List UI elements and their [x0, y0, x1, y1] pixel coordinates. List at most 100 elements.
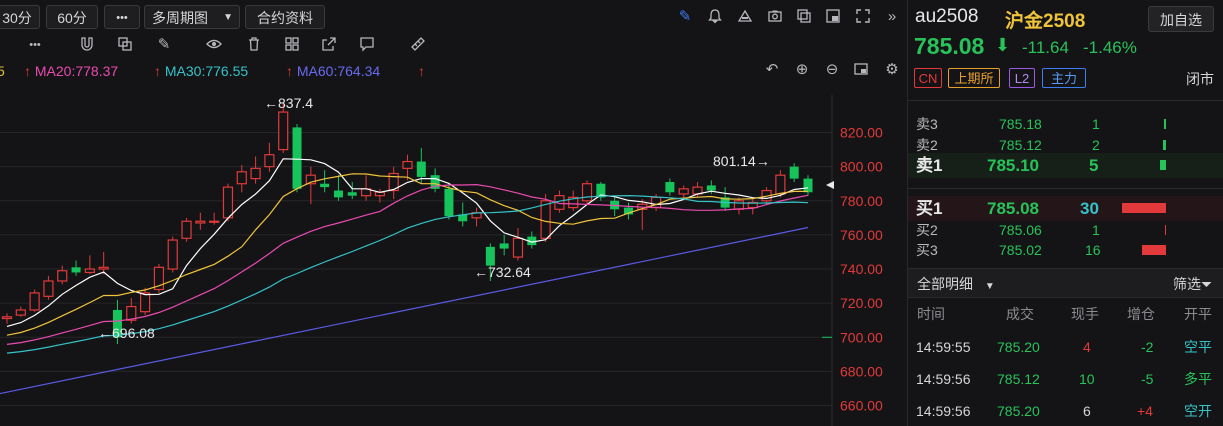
- collapse-icon[interactable]: »: [883, 8, 901, 26]
- bell-icon[interactable]: [706, 8, 724, 29]
- copy-icon[interactable]: [116, 36, 134, 57]
- grid-icon[interactable]: [283, 36, 301, 57]
- trade-volume: 4: [1083, 339, 1091, 355]
- price-change: -11.64: [1022, 38, 1069, 57]
- restore-icon[interactable]: [852, 61, 870, 82]
- candle-body: [222, 186, 234, 219]
- candle-body: [581, 183, 593, 202]
- ruler-icon[interactable]: [409, 36, 427, 57]
- window-icon[interactable]: [795, 8, 813, 29]
- bid-row-1[interactable]: 买1 785.08 30: [908, 196, 1223, 221]
- symbol-code: au2508: [915, 6, 979, 27]
- candle-body: [98, 266, 109, 270]
- candlestick-chart[interactable]: 820.00 800.00 780.00 760.00 740.00 720.00 700.…: [0, 95, 907, 426]
- ask-volume: 1: [1092, 116, 1100, 132]
- export-icon[interactable]: [320, 36, 338, 57]
- candle-body: [733, 200, 745, 210]
- bid-row-3[interactable]: 买3 785.02 16: [908, 240, 1223, 260]
- divider: [908, 100, 1223, 101]
- candle-body: [15, 309, 26, 316]
- multi-period-button[interactable]: 多周期图 ▼: [144, 5, 240, 29]
- add-watchlist-button[interactable]: 加自选: [1148, 6, 1214, 32]
- magnet-icon[interactable]: [78, 36, 96, 57]
- period-60-button[interactable]: 60分: [46, 5, 98, 29]
- bid-row-2[interactable]: 买2 785.06 1: [908, 220, 1223, 240]
- quote-panel: au2508 沪金2508 加自选 785.08 ⬇ -11.64 -1.46%…: [907, 0, 1223, 426]
- price-tick-label: 680.00: [840, 363, 883, 379]
- camera-icon[interactable]: [766, 8, 784, 29]
- up-arrow-icon: ↑: [154, 63, 161, 79]
- zoom-out-icon[interactable]: ⊖: [823, 61, 841, 79]
- volume-bar: [1160, 160, 1166, 170]
- volume-bar: [1164, 119, 1166, 129]
- bid-label: 买1: [916, 199, 943, 218]
- bid-label: 买2: [916, 222, 938, 238]
- ask-row-2[interactable]: 卖2 785.12 2: [908, 135, 1223, 155]
- up-arrow-icon: ↑: [418, 63, 425, 79]
- candle-body: [264, 154, 275, 168]
- ask-label: 卖1: [916, 156, 943, 175]
- zoom-in-icon[interactable]: ⊕: [793, 61, 811, 79]
- col-price: 成交: [1006, 306, 1034, 322]
- high-annotation: ←837.4: [264, 95, 313, 111]
- candle-body: [84, 268, 95, 274]
- ask-row-3[interactable]: 卖3 785.18 1: [908, 114, 1223, 134]
- candle-body: [71, 267, 81, 273]
- bid-price: 785.08: [987, 199, 1039, 218]
- ask-row-1[interactable]: 卖1 785.10 5: [908, 153, 1223, 178]
- candle-body: [43, 280, 54, 297]
- ask-label: 卖2: [916, 137, 938, 153]
- trade-oi: -5: [1141, 371, 1154, 387]
- ask-volume: 2: [1092, 137, 1100, 153]
- price-tick-label: 780.00: [840, 193, 883, 209]
- candle-body: [57, 270, 68, 282]
- layout-icon[interactable]: [824, 8, 842, 29]
- ask-price: 785.12: [999, 137, 1042, 153]
- multi-period-label: 多周期图: [152, 10, 208, 26]
- more-tools-icon[interactable]: •••: [26, 36, 44, 54]
- draw-icon[interactable]: ✎: [155, 36, 173, 54]
- candle-body: [167, 239, 178, 270]
- down-arrow-icon: ⬇: [995, 35, 1011, 55]
- candle-body: [803, 178, 813, 193]
- alert-icon[interactable]: [736, 8, 754, 29]
- ask-price: 785.18: [999, 116, 1042, 132]
- volume-bar: [1122, 203, 1166, 213]
- candle-body: [140, 292, 151, 313]
- trade-row: 14:59:56 785.12 10 -5 多平: [908, 367, 1223, 391]
- trade-price: 785.20: [997, 403, 1040, 419]
- volume-bar: [1163, 140, 1166, 150]
- period-30-button[interactable]: 30分: [0, 5, 40, 29]
- trade-type: 多平: [1184, 371, 1212, 387]
- fullscreen-icon[interactable]: [854, 8, 872, 29]
- tag-exchange: 上期所: [948, 68, 1000, 88]
- bid-price: 785.06: [999, 222, 1042, 238]
- col-volume: 现手: [1071, 306, 1099, 322]
- filter-icon: ⏷: [1201, 276, 1213, 292]
- candle-body: [181, 220, 192, 239]
- col-type: 开平: [1184, 306, 1212, 322]
- undo-icon[interactable]: ↶: [763, 61, 781, 79]
- more-periods-button[interactable]: •••: [104, 5, 140, 29]
- filter-label: 筛选: [1173, 276, 1201, 292]
- candle-body: [1, 316, 13, 320]
- bid-volume: 1: [1092, 222, 1100, 238]
- settings-icon[interactable]: ⚙: [883, 61, 901, 79]
- candle-body: [292, 127, 302, 189]
- candle-body: [540, 200, 551, 239]
- candle-body: [775, 174, 786, 195]
- trade-time: 14:59:56: [916, 371, 971, 387]
- ma5-line: [6, 158, 809, 327]
- filter-button[interactable]: 筛选⏷: [1173, 274, 1212, 294]
- comment-icon[interactable]: [358, 36, 376, 57]
- ma60-label: ↑ MA60:764.34: [286, 63, 380, 79]
- pen-icon[interactable]: ✎: [676, 8, 694, 26]
- volume-bar: [1165, 225, 1166, 235]
- candle-body: [706, 185, 716, 191]
- eye-icon[interactable]: [205, 36, 223, 57]
- bid-volume: 30: [1080, 199, 1099, 218]
- trades-filter-dropdown[interactable]: 全部明细 ▼: [917, 274, 995, 294]
- trash-icon[interactable]: [245, 36, 263, 57]
- trades-header-bar: 全部明细 ▼ 筛选⏷: [908, 268, 1223, 298]
- contract-info-button[interactable]: 合约资料: [245, 5, 325, 29]
